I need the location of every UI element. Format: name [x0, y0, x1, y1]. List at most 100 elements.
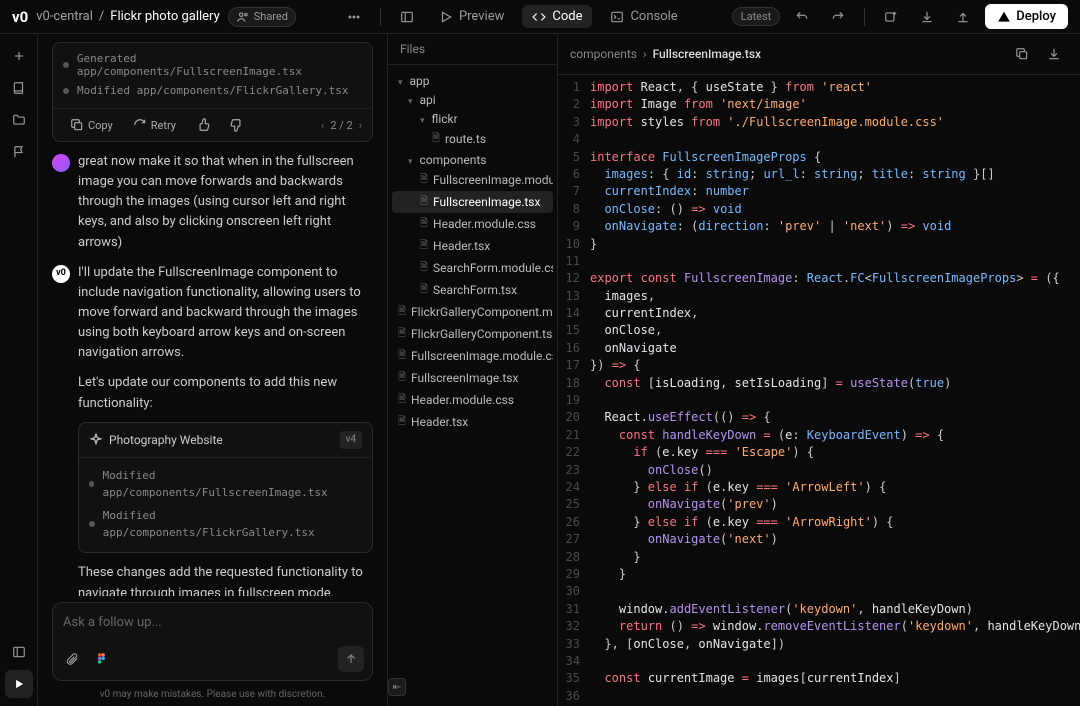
prev-version[interactable]: ‹	[321, 119, 324, 132]
paperclip-icon	[65, 652, 79, 666]
figma-icon	[95, 652, 109, 666]
thumbs-down-button[interactable]	[223, 115, 251, 135]
project-name[interactable]: v0-central	[36, 9, 93, 24]
more-menu[interactable]	[340, 3, 368, 31]
file-item[interactable]: 🗎SearchForm.module.css	[392, 257, 553, 279]
file-item[interactable]: 🗎Header.tsx	[392, 235, 553, 257]
crumb-file: FullscreenImage.tsx	[653, 47, 761, 61]
book-icon	[12, 81, 26, 95]
input-placeholder: Ask a follow up...	[61, 611, 364, 646]
thumbs-up-icon	[196, 118, 210, 132]
code-editor[interactable]: 1import React, { useState } from 'react'…	[558, 75, 1080, 706]
users-icon	[236, 10, 250, 24]
copy-button[interactable]: Copy	[63, 115, 120, 135]
library-button[interactable]	[5, 74, 33, 102]
panel-button[interactable]	[5, 638, 33, 666]
flag-button[interactable]	[5, 138, 33, 166]
download-code-button[interactable]	[1040, 40, 1068, 68]
file-item[interactable]: 🗎FlickrGalleryComponent.tsx	[392, 323, 553, 345]
files-heading: Files	[388, 34, 557, 65]
window-plus-icon	[884, 10, 898, 24]
play-icon	[12, 677, 26, 691]
deploy-button[interactable]: Deploy	[985, 4, 1068, 29]
tab-preview[interactable]: Preview	[429, 5, 514, 28]
folder-app[interactable]: app	[392, 71, 553, 90]
version-nav: ‹ 2 / 2 ›	[321, 119, 362, 132]
run-button[interactable]	[5, 670, 33, 698]
redo-button[interactable]	[824, 3, 852, 31]
code-panel: components › FullscreenImage.tsx 1import…	[558, 34, 1080, 706]
retry-icon	[133, 118, 147, 132]
figma-button[interactable]	[91, 648, 113, 670]
left-rail	[0, 34, 38, 706]
file-tree[interactable]: app api flickr 🗎route.ts components 🗎Ful…	[388, 65, 557, 439]
chat-scroll[interactable]: Generated app/components/FullscreenImage…	[38, 34, 387, 596]
copy-code-button[interactable]	[1008, 40, 1036, 68]
chat-input[interactable]: Ask a follow up...	[52, 602, 373, 681]
file-item[interactable]: 🗎Header.tsx	[392, 411, 553, 433]
thumbs-up-button[interactable]	[189, 115, 217, 135]
plus-icon	[12, 49, 26, 63]
play-icon	[439, 10, 453, 24]
terminal-icon	[610, 10, 624, 24]
version-badge: v4	[340, 431, 362, 449]
thumbs-down-icon	[230, 118, 244, 132]
assistant-message: v0 I'll update the FullscreenImage compo…	[52, 263, 373, 596]
file-route[interactable]: 🗎route.ts	[392, 128, 553, 150]
triangle-icon	[997, 10, 1011, 24]
code-summary-box: Photography Website v4 Modified app/comp…	[78, 422, 373, 554]
share-icon	[956, 10, 970, 24]
logo: v0	[12, 8, 28, 26]
file-item[interactable]: 🗎FullscreenImage.module.css	[392, 169, 553, 191]
folder-components[interactable]: components	[392, 150, 553, 169]
code-icon	[532, 10, 546, 24]
flag-icon	[12, 145, 26, 159]
version-badge[interactable]: Latest	[732, 7, 781, 26]
file-item[interactable]: 🗎FullscreenImage.tsx	[392, 367, 553, 389]
new-chat-button[interactable]	[5, 42, 33, 70]
crumb-folder[interactable]: components	[570, 47, 637, 61]
next-version[interactable]: ›	[359, 119, 362, 132]
breadcrumb: v0-central / Flickr photo gallery	[36, 9, 220, 24]
download-icon	[920, 10, 934, 24]
send-button[interactable]	[338, 646, 364, 672]
sparkle-icon	[89, 433, 103, 447]
user-message: great now make it so that when in the fu…	[52, 152, 373, 253]
folder-api[interactable]: api	[392, 90, 553, 109]
file-panel: Files app api flickr 🗎route.ts component…	[388, 34, 558, 706]
page-title[interactable]: Flickr photo gallery	[110, 9, 219, 24]
code-summary-box: Generated app/components/FullscreenImage…	[52, 42, 373, 142]
panel-icon	[400, 10, 414, 24]
download-icon	[1047, 47, 1061, 61]
attach-button[interactable]	[61, 648, 83, 670]
copy-icon	[1015, 47, 1029, 61]
dots-icon	[347, 10, 361, 24]
file-item[interactable]: 🗎Header.module.css	[392, 389, 553, 411]
user-avatar	[52, 154, 70, 172]
folder-flickr[interactable]: flickr	[392, 109, 553, 128]
file-item[interactable]: 🗎FullscreenImage.tsx	[392, 191, 553, 213]
undo-button[interactable]	[788, 3, 816, 31]
share-button[interactable]	[949, 3, 977, 31]
tab-code[interactable]: Code	[522, 5, 592, 28]
file-item[interactable]: 🗎FlickrGalleryComponent.modul...	[392, 301, 553, 323]
download-button[interactable]	[913, 3, 941, 31]
v0-avatar: v0	[52, 265, 70, 283]
retry-button[interactable]: Retry	[126, 115, 183, 135]
add-button[interactable]	[877, 3, 905, 31]
collapse-chat-button[interactable]: ⇤	[388, 678, 406, 696]
disclaimer: v0 may make mistakes. Please use with di…	[38, 685, 387, 706]
panel-icon	[12, 645, 26, 659]
tab-console[interactable]: Console	[600, 5, 687, 28]
folder-icon	[12, 113, 26, 127]
projects-button[interactable]	[5, 106, 33, 134]
undo-icon	[795, 10, 809, 24]
file-item[interactable]: 🗎FullscreenImage.module.css	[392, 345, 553, 367]
chat-panel: Generated app/components/FullscreenImage…	[38, 34, 388, 706]
arrow-up-icon	[344, 652, 358, 666]
file-item[interactable]: 🗎Header.module.css	[392, 213, 553, 235]
file-item[interactable]: 🗎SearchForm.tsx	[392, 279, 553, 301]
shared-badge[interactable]: Shared	[228, 7, 296, 27]
copy-icon	[70, 118, 84, 132]
sidebar-toggle[interactable]	[393, 3, 421, 31]
